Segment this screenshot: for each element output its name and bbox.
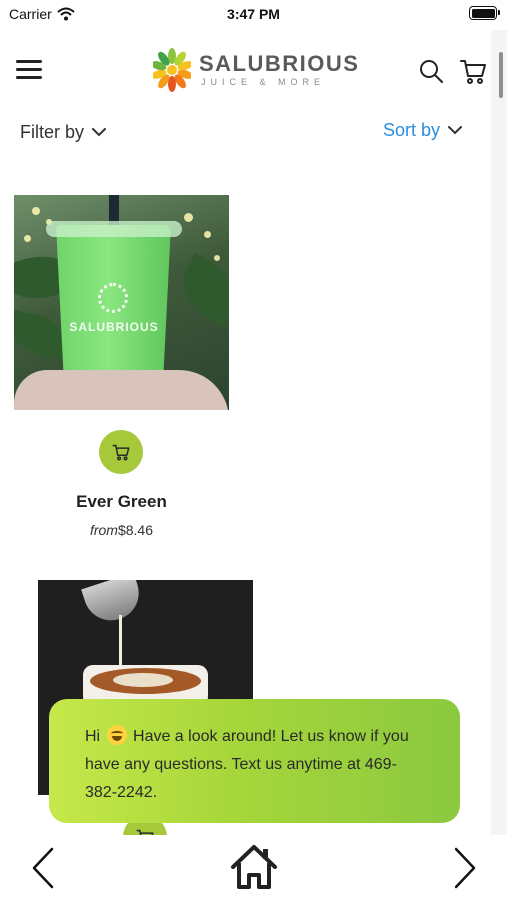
cart-icon — [112, 444, 130, 461]
product-name[interactable]: Ever Green — [14, 492, 229, 512]
home-button[interactable] — [229, 843, 279, 891]
chat-welcome-bubble[interactable]: Hi Have a look around! Let us know if yo… — [49, 699, 460, 823]
forward-button[interactable] — [450, 845, 480, 891]
home-icon — [231, 845, 277, 889]
sort-label: Sort by — [383, 120, 441, 140]
add-to-cart-button[interactable] — [99, 430, 143, 474]
forward-arrow-icon — [454, 847, 476, 889]
back-button[interactable] — [28, 845, 58, 891]
cup-brand-print: SALUBRIOUS — [69, 320, 159, 334]
cart-icon — [460, 60, 486, 84]
bottom-navigation — [0, 835, 507, 900]
price-value: $8.46 — [117, 522, 154, 538]
brand-logo[interactable]: SALUBRIOUS JUICE & MORE — [153, 42, 359, 98]
chat-message: Hi Have a look around! Let us know if yo… — [85, 723, 424, 807]
brand-tagline: JUICE & MORE — [201, 77, 326, 87]
battery-icon — [469, 6, 500, 20]
brand-name: SALUBRIOUS — [199, 51, 360, 76]
chevron-down-icon — [92, 128, 107, 137]
product-price: from$8.46 — [14, 522, 229, 538]
back-arrow-icon — [32, 847, 54, 889]
status-time: 3:47 PM — [227, 6, 280, 22]
scrollbar-track[interactable] — [491, 30, 507, 835]
menu-button[interactable] — [16, 60, 42, 82]
status-bar: Carrier 3:47 PM — [0, 0, 507, 28]
product-card[interactable]: SALUBRIOUS Ever Green from$8.46 — [14, 195, 229, 538]
search-icon — [420, 60, 443, 83]
chevron-down-icon — [448, 126, 463, 135]
product-image[interactable]: SALUBRIOUS — [14, 195, 229, 410]
filter-button[interactable]: Filter by — [20, 122, 107, 143]
app-header: SALUBRIOUS JUICE & MORE — [0, 30, 507, 112]
sort-button[interactable]: Sort by — [383, 120, 463, 141]
smile-emoji-icon — [106, 725, 127, 745]
filter-label: Filter by — [20, 122, 85, 142]
search-button[interactable] — [418, 58, 444, 84]
cart-button[interactable] — [459, 57, 487, 85]
logo-icon — [153, 48, 191, 92]
price-prefix: from — [89, 522, 118, 538]
